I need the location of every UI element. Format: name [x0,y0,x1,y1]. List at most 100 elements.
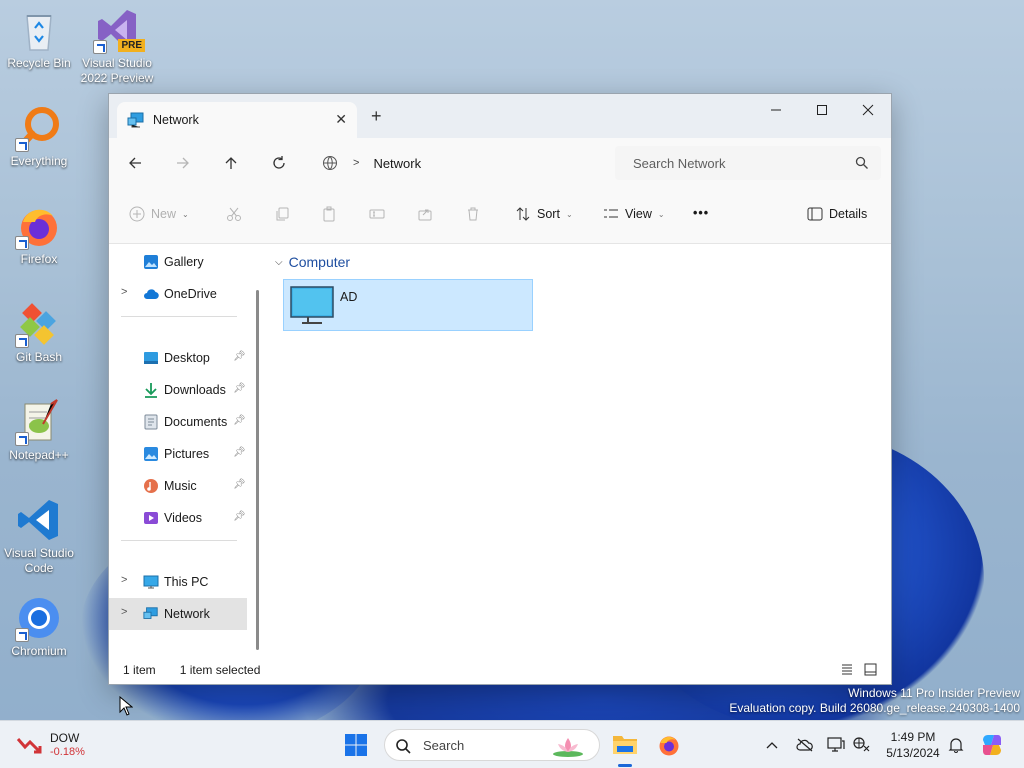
everything-search-icon [15,104,63,152]
clock-date: 5/13/2024 [886,746,940,760]
new-tab-button[interactable]: + [371,106,382,127]
nav-divider [121,316,237,317]
sidebar-item-pictures[interactable]: Pictures 📌︎ [109,438,247,470]
active-app-indicator [618,764,632,767]
breadcrumb-network[interactable]: Network [373,156,421,171]
bell-icon [948,738,964,753]
sidebar-item-gallery[interactable]: Gallery [109,246,247,278]
file-explorer-window[interactable]: Network ✕ + > Network Search Network New… [108,93,892,685]
taskbar-firefox[interactable] [654,730,684,760]
chevron-right-icon[interactable]: > [121,286,127,298]
chromium-icon [15,594,63,642]
minimize-button[interactable] [753,94,799,126]
sidebar-item-network[interactable]: > Network [109,598,247,630]
pin-icon[interactable]: 📌︎ [233,351,246,362]
share-icon [418,209,432,221]
desktop-icon-recycle-bin[interactable]: Recycle Bin [0,6,78,71]
refresh-button[interactable] [267,151,291,175]
taskbar-search-label: Search [423,737,465,753]
stocks-widget[interactable]: DOW -0.18% [16,731,96,759]
taskbar-search-box[interactable]: Search [384,729,600,761]
show-hidden-icons-button[interactable] [762,735,782,755]
stock-change: -0.18% [50,746,85,758]
sidebar-item-desktop[interactable]: Desktop 📌︎ [109,342,247,374]
sidebar-item-downloads[interactable]: Downloads 📌︎ [109,374,247,406]
mouse-cursor-icon [119,696,133,716]
copy-button[interactable] [274,206,290,222]
desktop-icon-everything[interactable]: Everything [0,104,78,169]
new-button[interactable]: New ⌄ [129,206,189,222]
rename-button[interactable] [369,206,385,222]
forward-button[interactable] [171,151,195,175]
details-button[interactable]: Details [807,206,867,222]
sidebar-item-onedrive[interactable]: > OneDrive [109,278,247,310]
maximize-button[interactable] [799,94,845,126]
desktop-icon-firefox[interactable]: Firefox [0,202,78,267]
firefox-icon [15,202,63,250]
pin-icon[interactable]: 📌︎ [233,383,246,394]
delete-button[interactable] [465,206,481,222]
details-view-toggle[interactable] [841,663,853,678]
network-item-tile[interactable]: AD [283,279,533,331]
tiles-view-toggle[interactable] [864,663,877,679]
pin-icon[interactable]: 📌︎ [233,479,246,490]
nav-scrollbar[interactable] [256,290,259,650]
paste-button[interactable] [321,206,337,222]
tray-onedrive[interactable] [794,735,816,755]
address-bar[interactable]: > Network [313,146,605,180]
desktop-icon-vscode[interactable]: Visual Studio Code [0,496,78,576]
sort-button[interactable]: Sort ⌄ [515,206,573,222]
start-button[interactable] [342,731,370,759]
share-button[interactable] [417,206,433,222]
content-pane[interactable]: ⌵ Computer AD [267,244,891,656]
breadcrumb-chevron-icon[interactable]: > [353,157,359,169]
clipboard-icon [323,206,335,222]
up-button[interactable] [219,151,243,175]
group-header-computer[interactable]: ⌵ Computer [275,254,350,270]
item-count: 1 item [123,663,156,677]
notifications-button[interactable] [946,735,966,755]
desktop-icon-git-bash[interactable]: Git Bash [0,300,78,365]
more-options-button[interactable]: ••• [693,206,709,220]
sidebar-item-music[interactable]: Music 📌︎ [109,470,247,502]
tray-network[interactable] [851,735,873,755]
recycle-bin-icon [15,6,63,54]
search-input[interactable]: Search Network [615,146,881,180]
firefox-icon [659,736,679,756]
chevron-right-icon[interactable]: > [121,606,127,618]
pin-icon[interactable]: 📌︎ [233,447,246,458]
chevron-up-icon [766,742,778,749]
download-icon [145,383,157,398]
close-button[interactable] [845,94,891,126]
scissors-icon [227,207,241,221]
pin-icon[interactable]: 📌︎ [233,415,246,426]
shortcut-arrow-icon [93,40,107,54]
copilot-button[interactable] [978,731,1006,759]
windows-logo-icon [345,734,367,756]
cut-button[interactable] [226,206,242,222]
git-bash-icon [15,300,63,348]
desktop-icon-chromium[interactable]: Chromium [0,594,78,659]
sidebar-item-this-pc[interactable]: > This PC [109,566,247,598]
close-tab-icon[interactable]: ✕ [335,111,347,128]
taskbar-file-explorer[interactable] [610,729,640,759]
back-button[interactable] [123,151,147,175]
view-list-icon [604,209,618,218]
navigation-pane[interactable]: Gallery > OneDrive Desktop 📌︎ Downloads … [109,244,259,656]
title-bar[interactable]: Network ✕ + [109,94,891,138]
minimize-icon [771,109,781,111]
trash-icon [468,207,478,221]
sidebar-item-documents[interactable]: Documents 📌︎ [109,406,247,438]
pin-icon[interactable]: 📌︎ [233,511,246,522]
tab-network[interactable]: Network ✕ [117,102,357,138]
shortcut-arrow-icon [15,236,29,250]
desktop-icon-notepad-plus-plus[interactable]: Notepad++ [0,398,78,463]
chevron-right-icon[interactable]: > [121,574,127,586]
onedrive-cloud-icon [144,289,159,300]
desktop-icon-visual-studio[interactable]: PRE Visual Studio 2022 Preview [78,6,156,86]
arrow-right-icon [177,157,189,169]
sidebar-item-videos[interactable]: Videos 📌︎ [109,502,247,534]
clock[interactable]: 1:49 PM 5/13/2024 [880,729,946,761]
tray-display[interactable] [825,735,847,755]
view-button[interactable]: View ⌄ [603,206,665,222]
